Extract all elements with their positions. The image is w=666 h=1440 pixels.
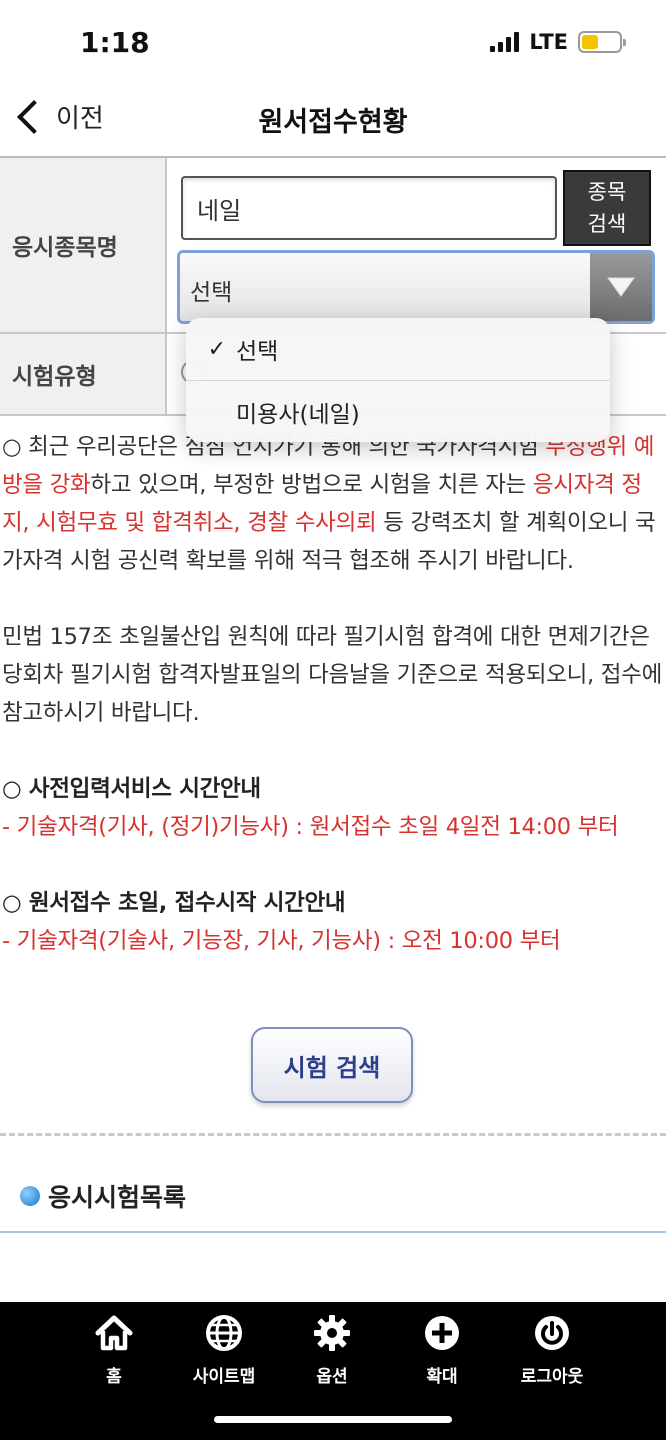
- network-label: LTE: [529, 30, 568, 54]
- status-indicators: LTE: [490, 30, 626, 54]
- divider: [0, 1133, 666, 1136]
- notice-section: ○ 최근 우리공단은 점점 언지가기 통해 의한 국가자격시험 부정행위 예방을…: [0, 428, 666, 960]
- battery-icon: [578, 31, 626, 53]
- gear-icon: [312, 1312, 352, 1354]
- tab-logout[interactable]: 로그아웃: [502, 1312, 602, 1387]
- dropdown-option-nail[interactable]: 미용사(네일): [186, 380, 610, 442]
- signal-icon: [490, 32, 520, 52]
- tab-label: 확대: [426, 1367, 458, 1387]
- subject-label: 응시종목명: [0, 158, 167, 332]
- tab-label: 옵션: [316, 1367, 348, 1387]
- subject-search-input[interactable]: [181, 176, 557, 240]
- search-button-line1: 종목: [587, 180, 627, 204]
- option-label: 미용사(네일): [236, 401, 360, 428]
- tab-label: 로그아웃: [520, 1367, 584, 1387]
- subject-select[interactable]: 선택: [177, 250, 655, 324]
- dropdown-option-select[interactable]: ✓ 선택: [186, 318, 610, 380]
- option-label: 선택: [236, 339, 279, 365]
- tab-options[interactable]: 옵션: [282, 1312, 382, 1387]
- exam-list-heading: 응시시험목록: [20, 1178, 186, 1214]
- subject-search-button[interactable]: 종목 검색: [563, 170, 651, 246]
- home-indicator[interactable]: [214, 1416, 452, 1423]
- notice-body-preinput: - 기술자격(기사, (정기)기능사) : 원서접수 초일 4일전 14:00 …: [2, 814, 619, 840]
- tab-sitemap[interactable]: 사이트맵: [174, 1312, 274, 1387]
- nav-bar: 이전 원서접수현황: [0, 90, 666, 154]
- bullet-icon: [20, 1186, 40, 1206]
- notice-text: 하고 있으며, 부정한 방법으로 시험을 치른 자는: [90, 472, 533, 498]
- page-title: 원서접수현황: [258, 107, 408, 138]
- tab-label: 사이트맵: [192, 1367, 256, 1387]
- section-title: 응시시험목록: [48, 1183, 187, 1212]
- triangle-down-icon: [590, 253, 652, 321]
- notice-heading-reception: ○ 원서접수 초일, 접수시작 시간안내: [2, 890, 346, 916]
- globe-icon: [204, 1312, 244, 1354]
- select-value: 선택: [190, 280, 233, 306]
- exam-type-label: 시험유형: [0, 334, 167, 414]
- notice-body-reception: - 기술자격(기술사, 기능장, 기사, 기능사) : 오전 10:00 부터: [2, 928, 561, 954]
- notice-heading-preinput: ○ 사전입력서비스 시간안내: [2, 776, 261, 802]
- plus-circle-icon: [422, 1312, 462, 1354]
- tab-label: 홈: [106, 1367, 122, 1387]
- subject-value-cell: 종목 검색 선택: [167, 158, 666, 332]
- notice-paragraph-1: ○ 최근 우리공단은 점점 언지가기 통해 의한 국가자격시험 부정행위 예방을…: [2, 428, 666, 580]
- home-icon: [94, 1312, 134, 1354]
- checkmark-icon: ✓: [207, 336, 226, 362]
- notice-paragraph-2: 민법 157조 초일불산입 원칙에 따라 필기시험 합격에 대한 면제기간은 당…: [2, 624, 662, 726]
- tab-zoom[interactable]: 확대: [392, 1312, 492, 1387]
- status-bar: 1:18 LTE: [0, 0, 666, 90]
- subject-row: 응시종목명 종목 검색 선택: [0, 158, 666, 334]
- select-dropdown-menu: ✓ 선택 미용사(네일): [186, 318, 610, 442]
- tab-home[interactable]: 홈: [64, 1312, 164, 1387]
- search-button-line2: 검색: [587, 212, 627, 236]
- power-icon: [532, 1312, 572, 1354]
- section-divider: [0, 1231, 666, 1233]
- status-time: 1:18: [80, 26, 150, 59]
- exam-search-button[interactable]: 시험 검색: [251, 1027, 413, 1103]
